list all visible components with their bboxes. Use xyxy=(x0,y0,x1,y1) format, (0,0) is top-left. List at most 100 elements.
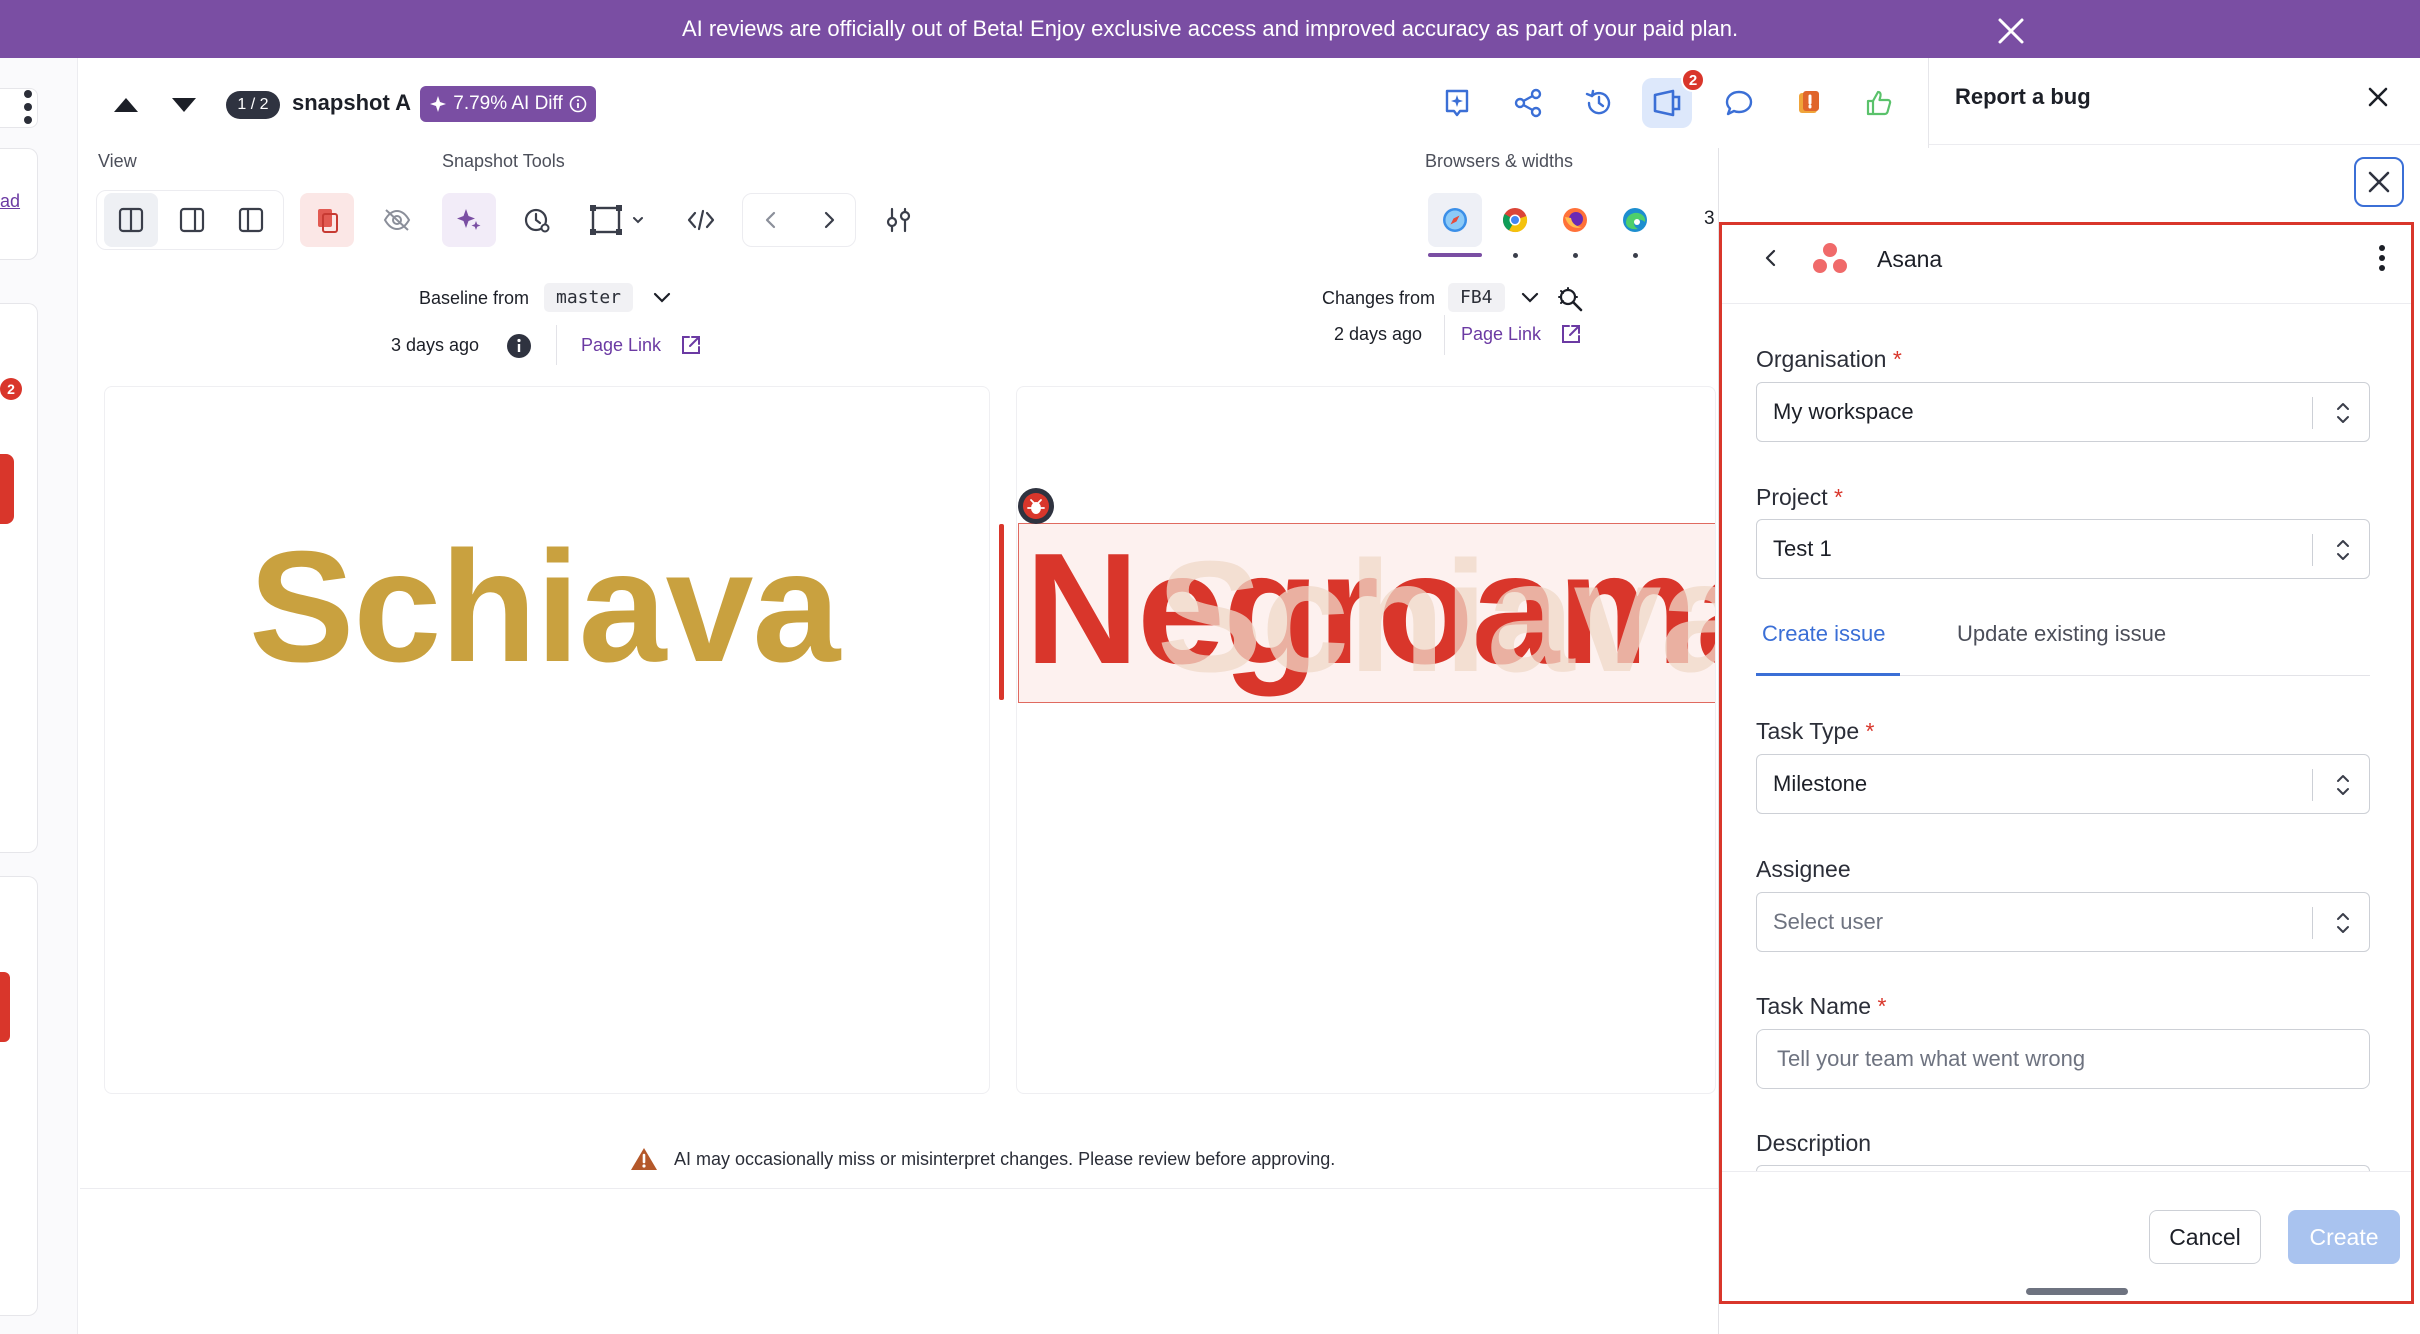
ai-sparkle-icon[interactable] xyxy=(442,193,496,247)
integration-name: Asana xyxy=(1877,246,1943,272)
browsers-label: Browsers & widths xyxy=(1425,151,1574,171)
divider xyxy=(1929,144,2420,145)
history-icon[interactable] xyxy=(1574,78,1624,128)
ai-diff-badge[interactable]: 7.79% AI Diff xyxy=(420,86,596,122)
close-panel-icon[interactable] xyxy=(2365,84,2391,110)
integrations-icon[interactable] xyxy=(1784,78,1834,128)
divider xyxy=(556,325,557,365)
snapshot-card[interactable]: ad xyxy=(0,148,38,260)
footer-divider xyxy=(1722,1171,2411,1172)
select-chevrons-icon xyxy=(2333,907,2353,939)
ai-diff-value: 7.79% AI Diff xyxy=(453,93,563,114)
changes-branch-chevron-icon[interactable] xyxy=(1520,290,1540,306)
card-thumb-fragment xyxy=(0,454,14,524)
safari-selected-indicator xyxy=(1428,253,1482,257)
select-chevrons-icon xyxy=(2333,534,2353,566)
organisation-label: Organisation * xyxy=(1756,346,1902,372)
back-chevron-icon[interactable] xyxy=(1760,247,1782,269)
baseline-info-icon[interactable] xyxy=(506,333,532,359)
project-select[interactable]: Test 1 xyxy=(1756,519,2370,579)
next-snapshot-button[interactable] xyxy=(168,92,200,116)
card-badge: 2 xyxy=(0,378,22,400)
edge-browser-icon[interactable] xyxy=(1608,193,1662,247)
previous-diff-icon[interactable] xyxy=(744,193,798,247)
approve-thumbs-up-icon[interactable] xyxy=(1854,78,1904,128)
card-link[interactable]: ad xyxy=(0,191,20,212)
bug-marker-icon[interactable] xyxy=(1016,486,1056,526)
baseline-branch-chevron-icon[interactable] xyxy=(652,290,672,306)
diff-overlay-icon[interactable] xyxy=(300,193,354,247)
crop-region-dropdown[interactable] xyxy=(580,193,658,247)
snapshot-card[interactable] xyxy=(0,876,38,1316)
project-value: Test 1 xyxy=(1773,536,1832,561)
baseline-page-link[interactable]: Page Link xyxy=(581,335,661,356)
divider xyxy=(1444,315,1445,355)
changes-only-view-icon[interactable] xyxy=(224,193,278,247)
changes-branch: FB4 xyxy=(1448,283,1505,312)
announcement-banner: AI reviews are officially out of Beta! E… xyxy=(0,0,2420,58)
assignee-label: Assignee xyxy=(1756,856,1851,882)
safari-browser-icon[interactable] xyxy=(1428,193,1482,247)
baseline-branch: master xyxy=(544,283,634,312)
card-thumb-fragment xyxy=(0,972,10,1042)
baseline-canvas: Schiava xyxy=(104,386,990,1094)
organisation-value: My workspace xyxy=(1773,399,1914,424)
report-panel-title: Report a bug xyxy=(1955,84,2091,109)
external-link-icon[interactable] xyxy=(680,334,702,356)
comment-icon[interactable] xyxy=(1714,78,1764,128)
chrome-dot xyxy=(1513,253,1518,258)
task-name-label: Task Name * xyxy=(1756,993,1887,1019)
firefox-dot xyxy=(1573,253,1578,258)
select-chevrons-icon xyxy=(2333,397,2353,429)
baseline-age: 3 days ago xyxy=(391,335,480,355)
task-type-value: Milestone xyxy=(1773,771,1868,796)
active-tab-indicator xyxy=(1756,673,1900,676)
task-name-input[interactable]: Tell your team what went wrong xyxy=(1756,1029,2370,1089)
snapshot-card[interactable]: 2 xyxy=(0,303,38,853)
next-diff-icon[interactable] xyxy=(802,193,856,247)
warning-icon xyxy=(630,1146,658,1172)
create-button[interactable]: Create xyxy=(2288,1210,2400,1264)
modal-close-icon[interactable] xyxy=(2354,157,2404,207)
hide-diff-icon[interactable] xyxy=(370,193,424,247)
assignee-placeholder: Select user xyxy=(1773,909,1884,934)
divider xyxy=(80,1188,1718,1189)
view-label: View xyxy=(98,151,137,171)
ai-review-icon[interactable] xyxy=(1432,78,1482,128)
more-vertical-icon[interactable] xyxy=(22,88,34,126)
width-count[interactable]: 3 xyxy=(1704,208,1715,230)
banner-close-icon[interactable] xyxy=(1996,16,2026,46)
chrome-browser-icon[interactable] xyxy=(1488,193,1542,247)
diff-settings-icon[interactable] xyxy=(872,193,926,247)
timer-icon[interactable] xyxy=(510,193,564,247)
changes-age: 2 days ago xyxy=(1334,324,1423,344)
code-view-icon[interactable] xyxy=(674,193,728,247)
baseline-from-label: Baseline from xyxy=(419,288,530,308)
cancel-button[interactable]: Cancel xyxy=(2149,1210,2261,1264)
task-type-label: Task Type * xyxy=(1756,718,1875,744)
changes-page-link[interactable]: Page Link xyxy=(1461,324,1541,345)
share-icon[interactable] xyxy=(1503,78,1553,128)
changes-from-label: Changes from xyxy=(1322,288,1436,308)
info-icon xyxy=(569,95,587,113)
edge-dot xyxy=(1633,253,1638,258)
baseline-only-view-icon[interactable] xyxy=(165,193,219,247)
scroll-handle[interactable] xyxy=(2026,1288,2128,1295)
organisation-select[interactable]: My workspace xyxy=(1756,382,2370,442)
left-sidebar: ad 2 xyxy=(0,58,78,1334)
external-link-icon[interactable] xyxy=(1560,323,1582,345)
previous-snapshot-button[interactable] xyxy=(110,92,142,116)
inspect-bug-icon[interactable] xyxy=(1556,284,1586,314)
baseline-word: Schiava xyxy=(249,519,840,695)
tab-create-issue[interactable]: Create issue xyxy=(1762,621,1886,647)
assignee-select[interactable]: Select user xyxy=(1756,892,2370,952)
snapshot-tools-label: Snapshot Tools xyxy=(442,151,565,171)
asana-logo-icon xyxy=(1812,241,1848,275)
tab-update-existing-issue[interactable]: Update existing issue xyxy=(1957,621,2166,647)
task-type-select[interactable]: Milestone xyxy=(1756,754,2370,814)
more-options-icon[interactable] xyxy=(2376,244,2388,272)
ai-notice-text: AI may occasionally miss or misinterpret… xyxy=(674,1149,1336,1169)
side-by-side-view-icon[interactable] xyxy=(104,193,158,247)
firefox-browser-icon[interactable] xyxy=(1548,193,1602,247)
task-name-placeholder: Tell your team what went wrong xyxy=(1777,1046,2086,1071)
